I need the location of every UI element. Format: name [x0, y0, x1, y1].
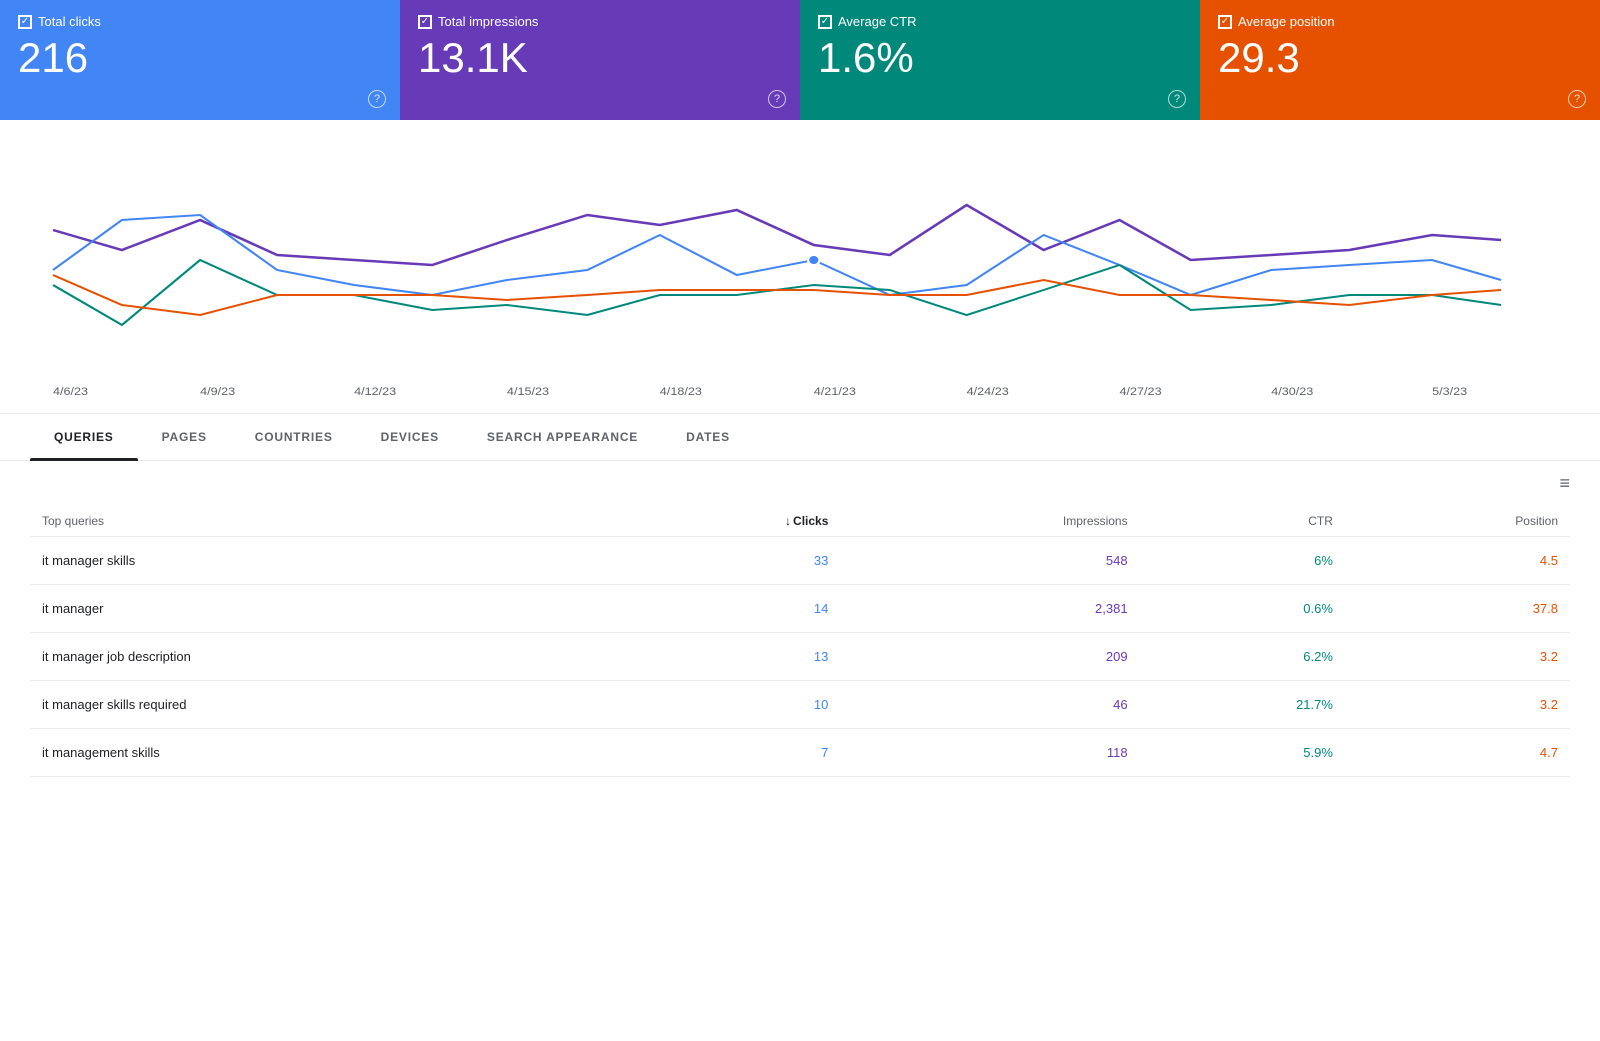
svg-text:4/15/23: 4/15/23	[507, 385, 550, 398]
table-section: ≡ Top queries ↓Clicks Impressions CTR Po…	[0, 461, 1600, 777]
svg-text:4/6/23: 4/6/23	[53, 385, 89, 398]
col-header-clicks[interactable]: ↓Clicks	[613, 506, 840, 537]
svg-text:4/9/23: 4/9/23	[200, 385, 236, 398]
cell-query: it management skills	[30, 729, 613, 777]
checkbox-impressions[interactable]	[418, 15, 432, 29]
table-row[interactable]: it manager 14 2,381 0.6% 37.8	[30, 585, 1570, 633]
cell-impressions: 209	[840, 633, 1139, 681]
cell-clicks: 13	[613, 633, 840, 681]
svg-text:4/12/23: 4/12/23	[354, 385, 397, 398]
cell-position: 37.8	[1345, 585, 1570, 633]
cell-impressions: 118	[840, 729, 1139, 777]
cell-clicks: 7	[613, 729, 840, 777]
cell-query: it manager skills	[30, 537, 613, 585]
cell-clicks: 10	[613, 681, 840, 729]
help-icon-impressions[interactable]: ?	[768, 90, 786, 108]
tab-pages[interactable]: PAGES	[138, 414, 231, 460]
svg-text:4/18/23: 4/18/23	[660, 385, 703, 398]
table-row[interactable]: it manager skills 33 548 6% 4.5	[30, 537, 1570, 585]
checkbox-position[interactable]	[1218, 15, 1232, 29]
svg-text:4/30/23: 4/30/23	[1271, 385, 1314, 398]
metric-average-ctr[interactable]: Average CTR 1.6% ?	[800, 0, 1200, 120]
cell-impressions: 2,381	[840, 585, 1139, 633]
filter-icon[interactable]: ≡	[1559, 473, 1570, 494]
queries-table: Top queries ↓Clicks Impressions CTR Posi…	[30, 506, 1570, 777]
metric-position-value: 29.3	[1218, 37, 1582, 79]
help-icon-clicks[interactable]: ?	[368, 90, 386, 108]
cell-ctr: 6%	[1140, 537, 1345, 585]
cell-position: 3.2	[1345, 681, 1570, 729]
tab-search-appearance[interactable]: SEARCH APPEARANCE	[463, 414, 662, 460]
metric-ctr-label: Average CTR	[838, 14, 917, 29]
tab-countries[interactable]: COUNTRIES	[231, 414, 357, 460]
help-icon-ctr[interactable]: ?	[1168, 90, 1186, 108]
cell-query: it manager skills required	[30, 681, 613, 729]
cell-ctr: 0.6%	[1140, 585, 1345, 633]
tab-dates[interactable]: DATES	[662, 414, 754, 460]
checkbox-clicks[interactable]	[18, 15, 32, 29]
cell-query: it manager	[30, 585, 613, 633]
metric-clicks-value: 216	[18, 37, 382, 79]
metric-impressions-value: 13.1K	[418, 37, 782, 79]
metric-total-clicks[interactable]: Total clicks 216 ?	[0, 0, 400, 120]
help-icon-position[interactable]: ?	[1568, 90, 1586, 108]
cell-impressions: 548	[840, 537, 1139, 585]
cell-ctr: 6.2%	[1140, 633, 1345, 681]
cell-impressions: 46	[840, 681, 1139, 729]
svg-text:4/27/23: 4/27/23	[1119, 385, 1162, 398]
chart-area: 4/6/23 4/9/23 4/12/23 4/15/23 4/18/23 4/…	[0, 120, 1600, 414]
metric-average-position[interactable]: Average position 29.3 ?	[1200, 0, 1600, 120]
cell-ctr: 5.9%	[1140, 729, 1345, 777]
metric-position-label: Average position	[1238, 14, 1335, 29]
col-header-impressions[interactable]: Impressions	[840, 506, 1139, 537]
cell-position: 4.5	[1345, 537, 1570, 585]
table-row[interactable]: it manager skills required 10 46 21.7% 3…	[30, 681, 1570, 729]
table-row[interactable]: it management skills 7 118 5.9% 4.7	[30, 729, 1570, 777]
sort-arrow-icon: ↓	[785, 514, 791, 528]
metric-total-impressions[interactable]: Total impressions 13.1K ?	[400, 0, 800, 120]
tabs-bar: QUERIES PAGES COUNTRIES DEVICES SEARCH A…	[0, 414, 1600, 461]
metric-impressions-label: Total impressions	[438, 14, 538, 29]
cell-clicks: 33	[613, 537, 840, 585]
svg-text:5/3/23: 5/3/23	[1432, 385, 1468, 398]
table-header-row: Top queries ↓Clicks Impressions CTR Posi…	[30, 506, 1570, 537]
line-chart: 4/6/23 4/9/23 4/12/23 4/15/23 4/18/23 4/…	[30, 140, 1570, 400]
cell-position: 3.2	[1345, 633, 1570, 681]
cell-clicks: 14	[613, 585, 840, 633]
metric-clicks-label: Total clicks	[38, 14, 101, 29]
tab-queries[interactable]: QUERIES	[30, 414, 138, 460]
col-header-position[interactable]: Position	[1345, 506, 1570, 537]
svg-text:4/24/23: 4/24/23	[967, 385, 1010, 398]
metric-ctr-value: 1.6%	[818, 37, 1182, 79]
table-toolbar: ≡	[30, 461, 1570, 506]
cell-ctr: 21.7%	[1140, 681, 1345, 729]
cell-position: 4.7	[1345, 729, 1570, 777]
table-row[interactable]: it manager job description 13 209 6.2% 3…	[30, 633, 1570, 681]
tab-devices[interactable]: DEVICES	[357, 414, 463, 460]
svg-text:4/21/23: 4/21/23	[814, 385, 857, 398]
col-header-ctr[interactable]: CTR	[1140, 506, 1345, 537]
cell-query: it manager job description	[30, 633, 613, 681]
metrics-bar: Total clicks 216 ? Total impressions 13.…	[0, 0, 1600, 120]
checkbox-ctr[interactable]	[818, 15, 832, 29]
col-header-query[interactable]: Top queries	[30, 506, 613, 537]
